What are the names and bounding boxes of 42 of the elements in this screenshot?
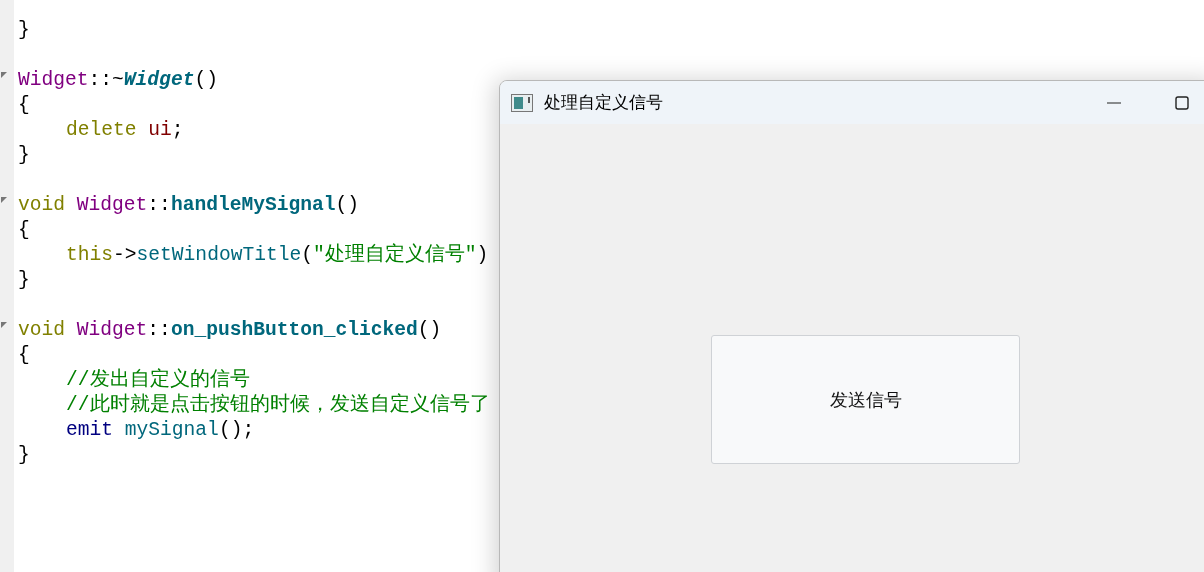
function-name: handleMySignal (170, 194, 336, 216)
code-text: } (18, 444, 30, 466)
window-app-icon (511, 93, 533, 112)
code-keyword: emit (66, 419, 115, 441)
string-literal: "处理自定义信号" (312, 244, 477, 266)
code-text: { (18, 94, 30, 116)
code-text: ::~ (88, 69, 124, 91)
code-text: } (18, 269, 30, 291)
type-name: Widget (18, 69, 89, 91)
code-text: () (417, 319, 442, 341)
code-text: } (18, 19, 30, 41)
function-name: Widget (123, 69, 195, 91)
code-text: () (194, 69, 218, 91)
member-name: ui (148, 119, 172, 141)
code-comment: //发出自定义的信号 (66, 369, 250, 391)
code-text: :: (147, 319, 171, 341)
code-text: ) (476, 244, 489, 266)
code-text: { (18, 219, 30, 241)
code-comment: //此时就是点击按钮的时候，发送自定义信号了 (66, 394, 490, 416)
type-name: Widget (76, 319, 148, 341)
code-text: :: (147, 194, 171, 216)
function-call: setWindowTitle (136, 244, 302, 266)
code-text: -> (113, 244, 137, 266)
type-name: Widget (76, 194, 148, 216)
code-text: { (18, 344, 30, 366)
code-keyword: this (66, 244, 114, 266)
window-title: 处理自定义信号 (544, 91, 663, 114)
code-text: (); (218, 419, 255, 441)
fold-marker-icon[interactable] (1, 197, 7, 203)
function-call: mySignal (124, 419, 219, 441)
send-signal-button[interactable]: 发送信号 (711, 335, 1020, 464)
fold-marker-icon[interactable] (1, 72, 7, 78)
code-text: ( (301, 244, 313, 266)
function-name: on_pushButton_clicked (170, 319, 418, 341)
code-keyword: delete (66, 119, 138, 141)
code-text: ; (171, 119, 184, 141)
code-keyword: void (18, 194, 67, 216)
fold-marker-icon[interactable] (1, 322, 7, 328)
code-text: } (18, 144, 30, 166)
code-keyword: void (18, 319, 67, 341)
code-text: () (335, 194, 360, 216)
maximize-icon[interactable] (1174, 94, 1190, 111)
